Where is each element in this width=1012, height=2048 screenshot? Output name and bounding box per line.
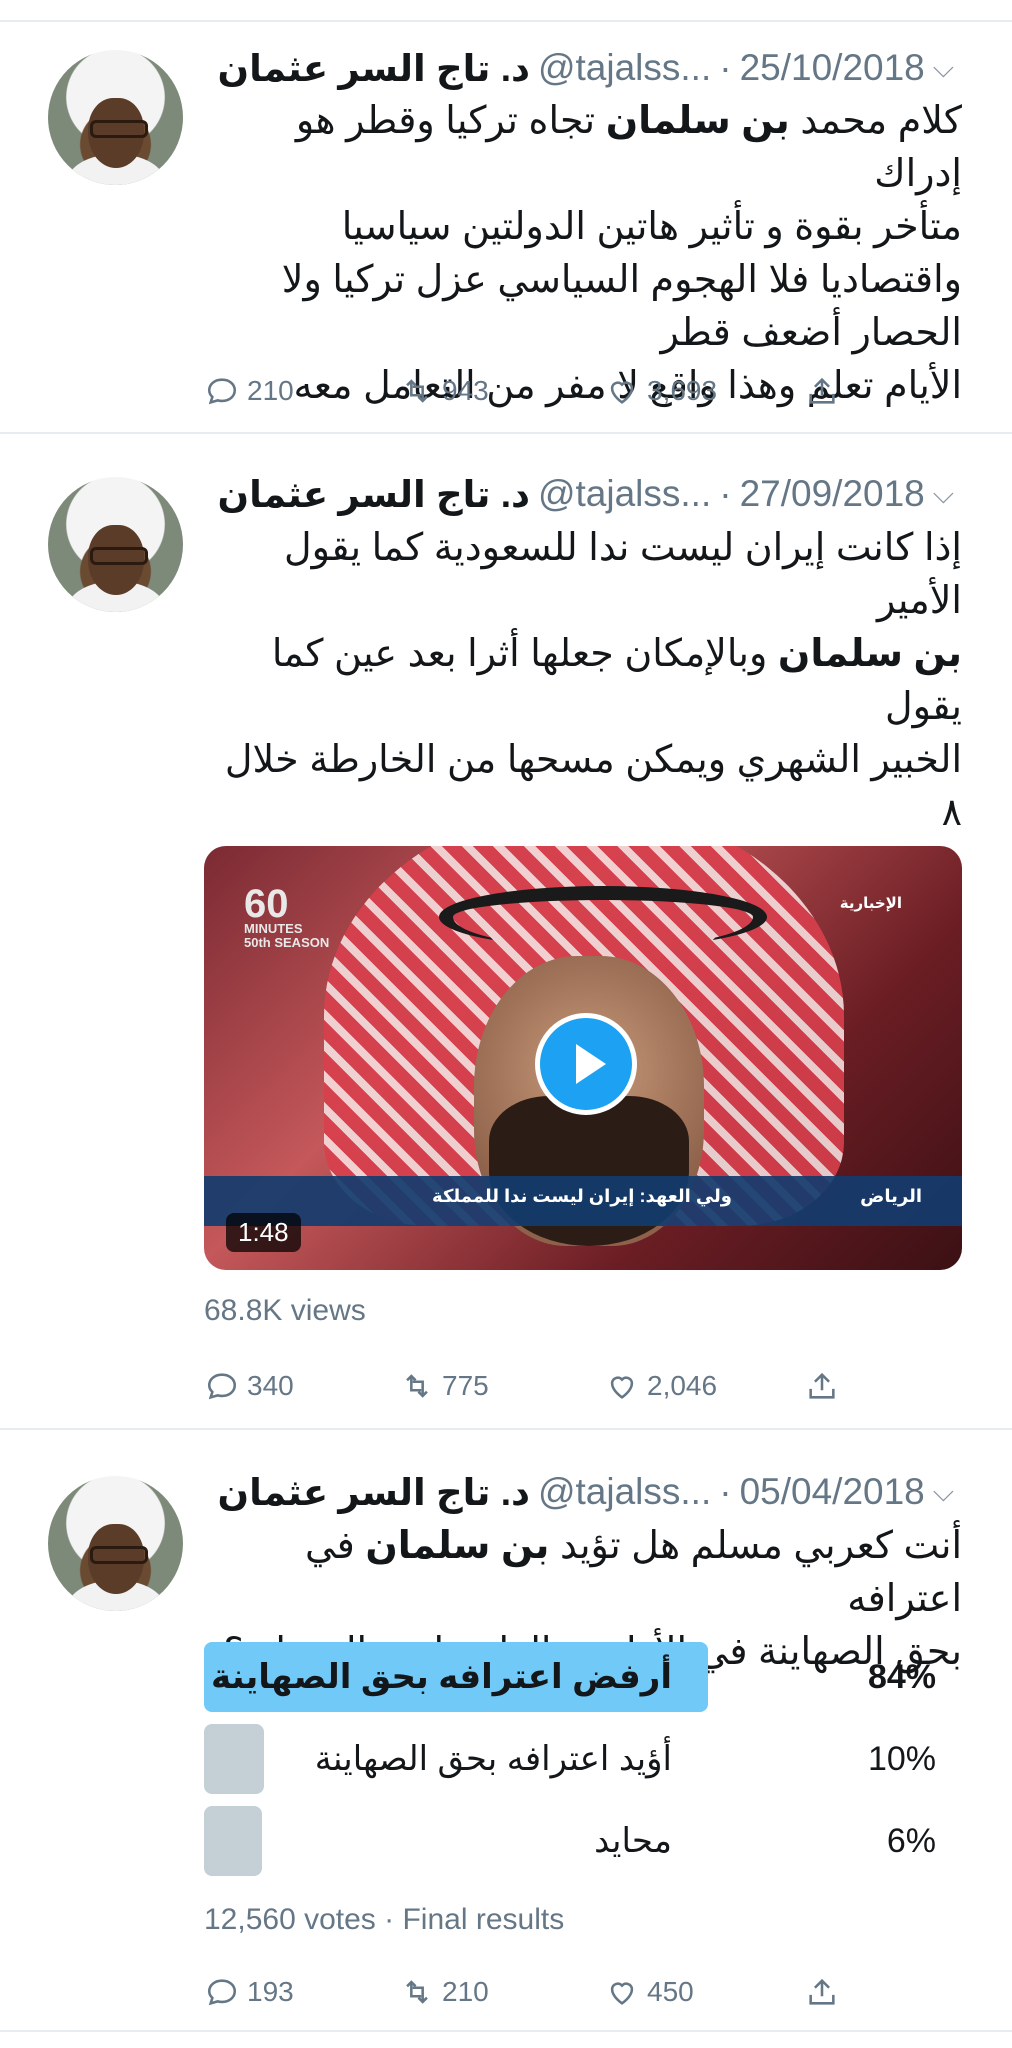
share-button[interactable] [805, 1362, 839, 1410]
poll-option[interactable]: أرفض اعترافه بحق الصهاينة 84% [204, 1642, 962, 1712]
like-button[interactable]: 450 [605, 1968, 694, 2016]
tweet-header: د. تاج السر عثمان @tajalss... · 05/04/20… [200, 1462, 962, 1522]
poll-option-label: محايد [594, 1822, 672, 1860]
author-handle[interactable]: @tajalss... [538, 473, 711, 515]
separator-dot: · [719, 1471, 732, 1512]
avatar[interactable] [48, 50, 183, 185]
retweet-count: 775 [442, 1370, 489, 1401]
chevron-down-icon[interactable]: ⌵ [933, 1476, 954, 1509]
share-icon [809, 1372, 835, 1399]
poll-option-label: أؤيد اعترافه بحق الصهاينة [314, 1740, 672, 1778]
author-handle[interactable]: @tajalss... [538, 47, 711, 89]
tweet-date[interactable]: 25/10/2018 [740, 47, 925, 89]
chevron-down-icon[interactable]: ⌵ [933, 478, 954, 511]
share-icon [809, 1978, 835, 2005]
author-name[interactable]: د. تاج السر عثمان [218, 1471, 530, 1514]
video-player[interactable]: 60 MINUTES 50th SEASON الإخبارية ولي العهد… [204, 846, 962, 1270]
poll-option-percent: 10% [867, 1739, 936, 1778]
tweet-divider [0, 432, 1012, 434]
reply-icon [207, 378, 237, 405]
tweet-actions: 340 775 2,046 [205, 1362, 845, 1410]
poll-option-percent: 6% [886, 1821, 936, 1860]
heart-icon [610, 1376, 634, 1399]
tweet-text: كلام محمد بن سلمان تجاه تركيا وقطر هو إد… [281, 100, 962, 407]
retweet-count: 210 [442, 1976, 489, 2007]
like-count: 2,046 [647, 1370, 718, 1401]
poll-bar [204, 1806, 262, 1876]
retweet-button[interactable]: 943 [400, 367, 489, 415]
avatar[interactable] [48, 1476, 183, 1611]
reply-icon [207, 1373, 237, 1400]
reply-icon [207, 1979, 237, 2006]
video-views: 68.8K views [204, 1294, 366, 1327]
tweet-date[interactable]: 27/09/2018 [740, 473, 925, 515]
poll-option[interactable]: أؤيد اعترافه بحق الصهاينة 10% [204, 1724, 962, 1794]
like-count: 3,693 [647, 375, 718, 406]
separator-dot: · [719, 473, 732, 514]
author-name[interactable]: د. تاج السر عثمان [218, 47, 530, 90]
author-name[interactable]: د. تاج السر عثمان [218, 473, 530, 516]
poll-bar [204, 1724, 264, 1794]
tweet-header: د. تاج السر عثمان @tajalss... · 27/09/20… [200, 464, 962, 524]
retweet-count: 943 [442, 375, 489, 406]
like-count: 450 [647, 1976, 694, 2007]
top-divider [0, 20, 1012, 22]
reply-button[interactable]: 340 [205, 1362, 294, 1410]
avatar[interactable] [48, 477, 183, 612]
reply-count: 193 [247, 1976, 294, 2007]
heart-icon [610, 1982, 634, 2005]
tweet-divider [0, 1428, 1012, 1430]
tweet-actions: 210 943 3,693 [205, 367, 845, 415]
video-duration: 1:48 [226, 1213, 301, 1252]
retweet-button[interactable]: 775 [400, 1362, 489, 1410]
video-channel-logo: الإخبارية [839, 895, 902, 912]
chevron-down-icon[interactable]: ⌵ [933, 52, 954, 85]
heart-icon [610, 381, 634, 404]
like-button[interactable]: 3,693 [605, 367, 717, 415]
bottom-divider [0, 2030, 1012, 2032]
reply-button[interactable]: 193 [205, 1968, 294, 2016]
poll-summary: 12,560 votes · Final results [204, 1903, 565, 1936]
retweet-icon [406, 1980, 428, 2004]
play-icon[interactable] [535, 1013, 637, 1115]
retweet-icon [406, 379, 428, 403]
author-handle[interactable]: @tajalss... [538, 1471, 711, 1513]
poll-option-label: أرفض اعترافه بحق الصهاينة [211, 1658, 672, 1696]
tweet-date[interactable]: 05/04/2018 [740, 1471, 925, 1513]
reply-count: 340 [247, 1370, 294, 1401]
poll-option-percent: 84% [867, 1657, 936, 1696]
reply-count: 210 [247, 375, 294, 406]
poll-votes: 12,560 votes [204, 1903, 376, 1936]
share-button[interactable] [805, 1968, 839, 2016]
like-button[interactable]: 2,046 [605, 1362, 717, 1410]
retweet-icon [406, 1374, 428, 1398]
share-button[interactable] [805, 367, 839, 415]
video-location: الرياض [860, 1186, 922, 1206]
poll-status: Final results [402, 1903, 565, 1936]
video-show-logo: 60 MINUTES 50th SEASON [244, 882, 330, 950]
share-icon [809, 377, 835, 404]
separator-dot: · [719, 47, 732, 88]
tweet-header: د. تاج السر عثمان @tajalss... · 25/10/20… [200, 38, 962, 98]
tweet-actions: 193 210 450 [205, 1968, 845, 2016]
video-caption: ولي العهد: إيران ليست ندا للمملكة [432, 1186, 732, 1206]
reply-button[interactable]: 210 [205, 367, 294, 415]
retweet-button[interactable]: 210 [400, 1968, 489, 2016]
video-lower-third: ولي العهد: إيران ليست ندا للمملكة الرياض [204, 1176, 962, 1226]
poll-option[interactable]: محايد 6% [204, 1806, 962, 1876]
